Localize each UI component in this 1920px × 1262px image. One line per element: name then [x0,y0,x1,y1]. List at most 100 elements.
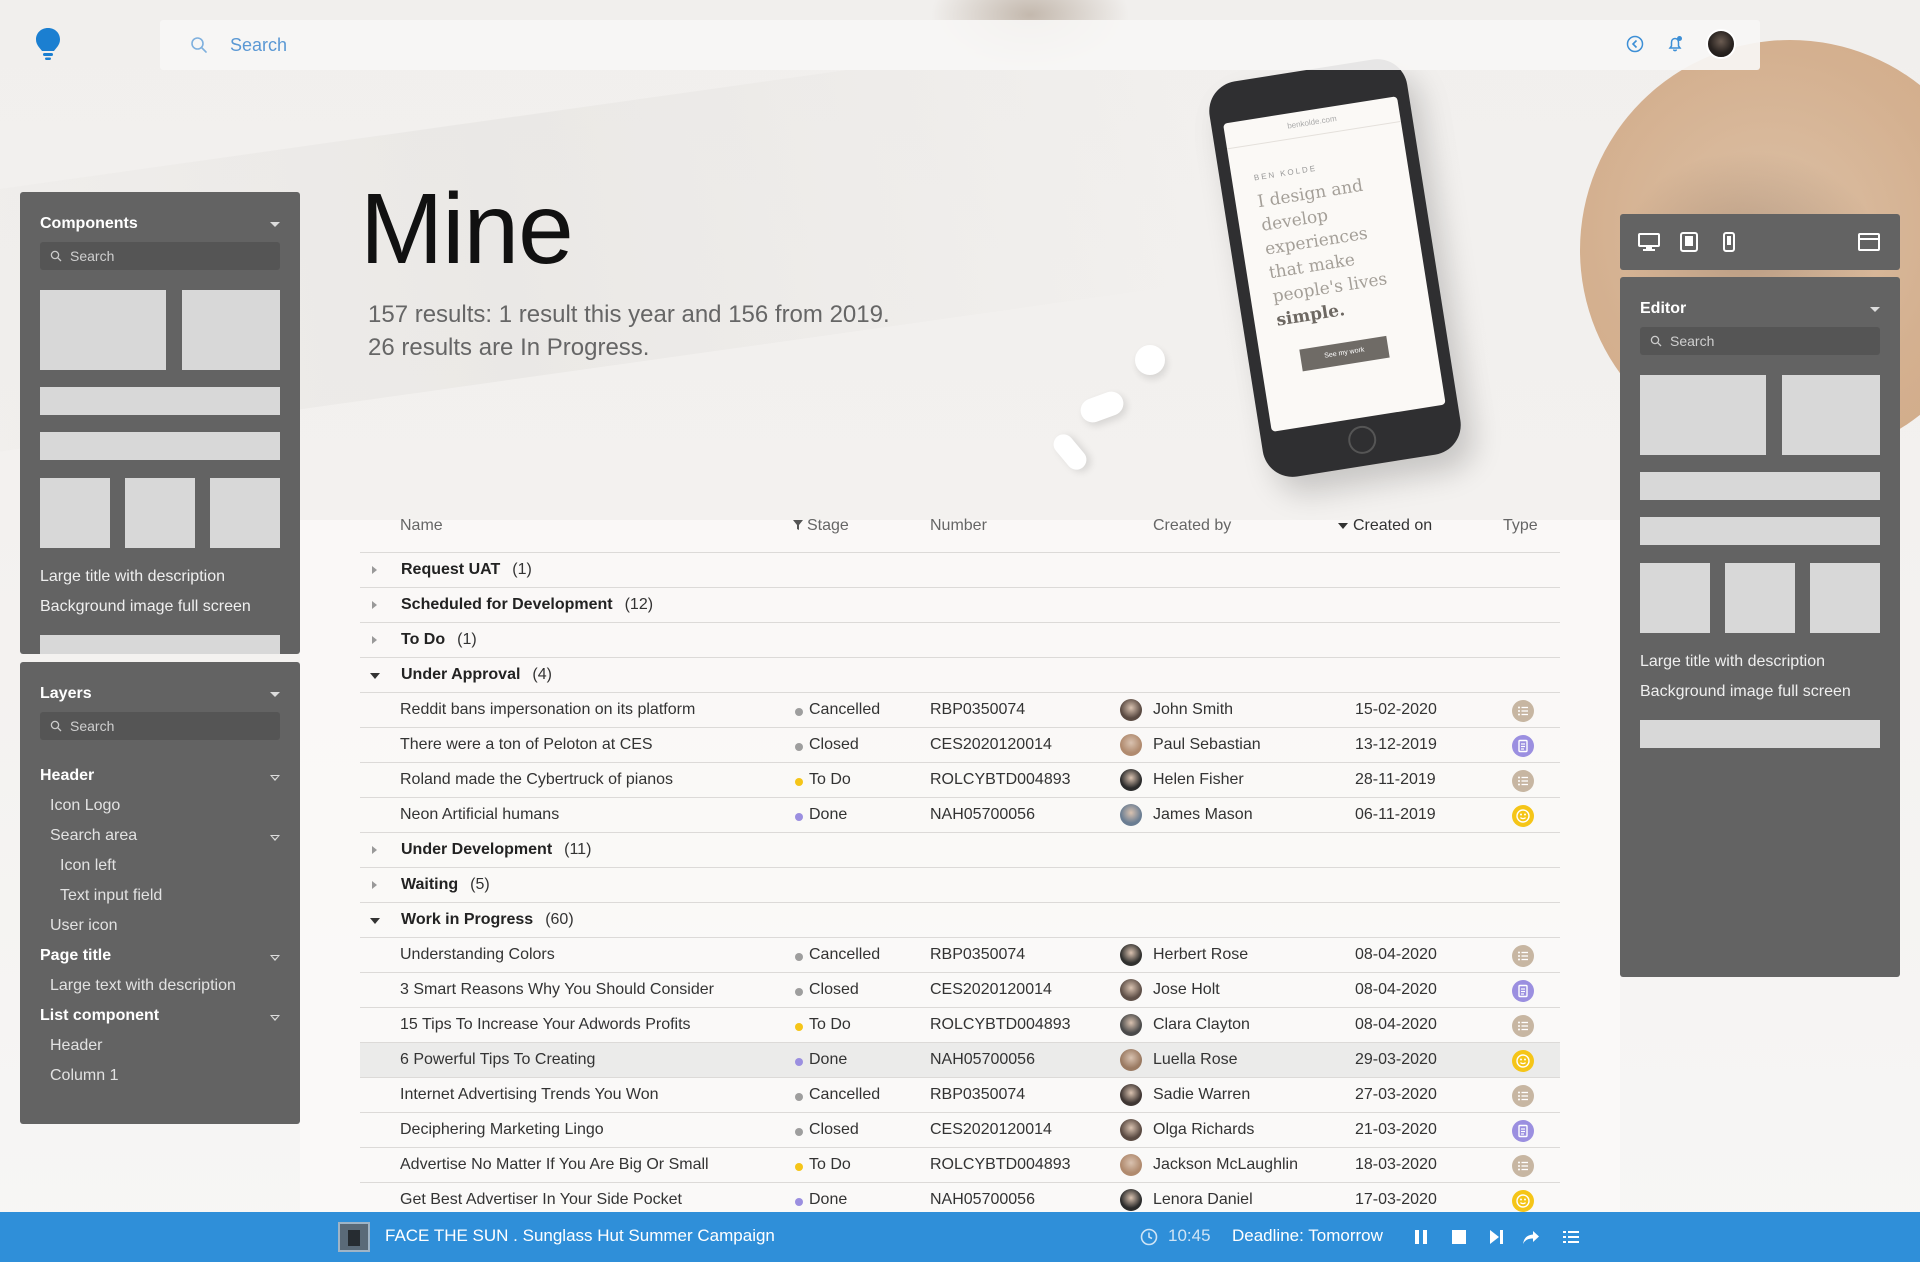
group-row[interactable]: Request UAT (1) [360,553,1560,588]
component-thumbnail[interactable] [182,290,280,370]
component-thumbnail[interactable] [210,478,280,548]
component-thumbnail[interactable] [125,478,195,548]
row-name[interactable]: Reddit bans impersonation on its platfor… [400,701,695,719]
table-row[interactable]: Reddit bans impersonation on its platfor… [360,693,1560,728]
expand-arrow-icon[interactable] [372,881,377,889]
layer-user-icon[interactable]: User icon [50,917,118,935]
campaign-title[interactable]: FACE THE SUN . Sunglass Hut Summer Campa… [385,1226,775,1246]
column-header-number[interactable]: Number [930,517,987,535]
avatar[interactable] [1120,1154,1142,1176]
avatar[interactable] [1120,1049,1142,1071]
table-row[interactable]: 15 Tips To Increase Your Adwords Profits… [360,1008,1560,1043]
skip-next-icon[interactable] [1487,1228,1505,1246]
component-bar[interactable] [40,432,280,460]
type-icon[interactable] [1512,1155,1534,1177]
component-bar[interactable] [40,387,280,415]
component-bar[interactable] [40,635,280,654]
editor-bar[interactable] [1640,472,1880,500]
search-input[interactable] [230,34,1530,56]
table-row[interactable]: 6 Powerful Tips To Creating Done NAH057000… [360,1043,1560,1078]
user-avatar[interactable] [1706,29,1736,59]
row-name[interactable]: Understanding Colors [400,946,555,964]
row-name[interactable]: 6 Powerful Tips To Creating [400,1051,595,1069]
editor-thumbnail[interactable] [1725,563,1795,633]
table-row[interactable]: Neon Artificial humans Done NAH05700056 Jam… [360,798,1560,833]
editor-thumbnail[interactable] [1782,375,1880,455]
type-icon[interactable] [1512,1085,1534,1107]
chevron-down-icon[interactable] [270,955,280,961]
editor-thumbnail[interactable] [1640,375,1766,455]
pause-icon[interactable] [1412,1228,1430,1246]
row-name[interactable]: Neon Artificial humans [400,806,559,824]
lightbulb-logo-icon[interactable] [35,27,61,61]
table-row[interactable]: Deciphering Marketing Lingo Closed CES2020… [360,1113,1560,1148]
editor-thumbnail[interactable] [1810,563,1880,633]
row-name[interactable]: Get Best Advertiser In Your Side Pocket [400,1191,682,1209]
type-icon[interactable] [1512,700,1534,722]
tablet-icon[interactable] [1678,232,1700,252]
layer-column-1[interactable]: Column 1 [50,1067,118,1085]
editor-item[interactable]: Large title with description [1640,653,1825,671]
layer-search-area[interactable]: Search area [50,827,137,845]
group-row[interactable]: Scheduled for Development (12) [360,588,1560,623]
layer-page-title[interactable]: Page title [40,947,111,965]
group-row[interactable]: Work in Progress (60) [360,903,1560,938]
table-row[interactable]: 3 Smart Reasons Why You Should Consider C… [360,973,1560,1008]
type-icon[interactable] [1512,1015,1534,1037]
group-row[interactable]: Under Development (11) [360,833,1560,868]
row-name[interactable]: Internet Advertising Trends You Won [400,1086,659,1104]
collapse-arrow-icon[interactable] [370,918,380,924]
table-row[interactable]: Internet Advertising Trends You Won Cance… [360,1078,1560,1113]
type-icon[interactable] [1512,805,1534,827]
layer-large-text[interactable]: Large text with description [50,977,236,995]
column-header-created-on[interactable]: Created on [1338,517,1432,535]
layer-icon-left[interactable]: Icon left [60,857,116,875]
back-circle-icon[interactable] [1626,35,1644,53]
avatar[interactable] [1120,1084,1142,1106]
editor-bar[interactable] [1640,720,1880,748]
type-icon[interactable] [1512,1190,1534,1212]
layer-icon-logo[interactable]: Icon Logo [50,797,120,815]
avatar[interactable] [1120,699,1142,721]
share-icon[interactable] [1522,1228,1540,1246]
type-icon[interactable] [1512,945,1534,967]
layer-text-input-field[interactable]: Text input field [60,887,162,905]
chevron-down-icon[interactable] [270,692,280,697]
group-row[interactable]: To Do (1) [360,623,1560,658]
avatar[interactable] [1120,769,1142,791]
notification-bell-icon[interactable] [1666,35,1684,53]
component-thumbnail[interactable] [40,478,110,548]
component-thumbnail[interactable] [40,290,166,370]
component-item[interactable]: Background image full screen [40,598,251,616]
component-item[interactable]: Large title with description [40,568,225,586]
avatar[interactable] [1120,1014,1142,1036]
chevron-down-icon[interactable] [270,222,280,227]
desktop-icon[interactable] [1638,232,1660,252]
editor-bar[interactable] [1640,517,1880,545]
avatar[interactable] [1120,1119,1142,1141]
avatar[interactable] [1120,1189,1142,1211]
layer-list-component[interactable]: List component [40,1007,159,1025]
row-name[interactable]: Deciphering Marketing Lingo [400,1121,604,1139]
chevron-down-icon[interactable] [270,775,280,781]
column-header-stage[interactable]: Stage [793,517,849,535]
editor-search-input[interactable]: Search [1640,327,1880,355]
campaign-thumbnail[interactable] [338,1222,370,1252]
chevron-down-icon[interactable] [270,1015,280,1021]
column-header-name[interactable]: Name [400,517,443,535]
chevron-down-icon[interactable] [1870,307,1880,312]
column-header-type[interactable]: Type [1503,517,1538,535]
avatar[interactable] [1120,944,1142,966]
table-row[interactable]: Advertise No Matter If You Are Big Or Sm… [360,1148,1560,1183]
avatar[interactable] [1120,734,1142,756]
column-header-created-by[interactable]: Created by [1153,517,1231,535]
browser-window-icon[interactable] [1858,232,1880,252]
group-row[interactable]: Waiting (5) [360,868,1560,903]
expand-arrow-icon[interactable] [372,601,377,609]
editor-item[interactable]: Background image full screen [1640,683,1851,701]
row-name[interactable]: 3 Smart Reasons Why You Should Consider [400,981,714,999]
editor-thumbnail[interactable] [1640,563,1710,633]
expand-arrow-icon[interactable] [372,636,377,644]
table-row[interactable]: Roland made the Cybertruck of pianos To D… [360,763,1560,798]
type-icon[interactable] [1512,770,1534,792]
